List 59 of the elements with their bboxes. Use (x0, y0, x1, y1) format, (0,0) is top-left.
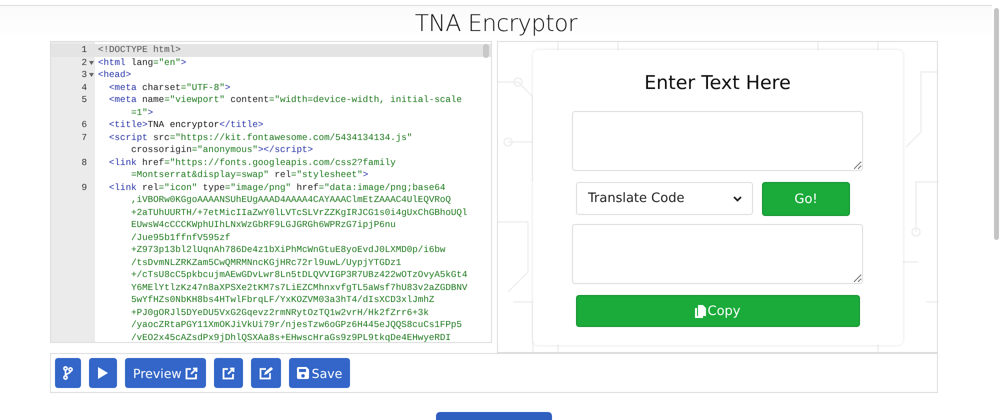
branch-icon (63, 366, 73, 380)
code-line: /yaocZRtaPGY11XmOKJiVkUi79r/njesTzw6oGPz6H445eJQQS8cuCs1FPp5 (130, 319, 462, 332)
form-heading: Enter Text Here (644, 72, 791, 94)
fork-button[interactable] (55, 358, 81, 388)
line-number: 5 (81, 94, 87, 106)
translate-dropdown[interactable]: Translate Code (576, 182, 753, 215)
edit-icon (258, 366, 273, 380)
scrollbar[interactable] (483, 44, 489, 58)
line-number: 3 (81, 69, 87, 82)
play-icon (97, 366, 109, 380)
code-line: +Z973p13bl2lUqnAh786De4z1bXiPhMcWnGtuE8yoEvdJ0LXMD0p/i6bw (130, 244, 446, 256)
external-link-icon (184, 366, 198, 380)
code-line: +/cTsU8cC5pkbcujmAEwGDvLwr8Ln5tDLQVVIGP3R7UBz422wOTzOvyA5kGt4 (130, 269, 468, 282)
code-line: <meta charset="UTF-8"> (108, 82, 230, 94)
code-editor[interactable] (50, 41, 492, 343)
code-line: <title>TNA encryptor</title> (108, 119, 264, 132)
code-line: /Jue95b1ffnfV595zf (130, 232, 230, 244)
code-line: Y6MElYtlzKz47n8aXPSXe2tKM7s7LiEZCMhnxvfgTL5aWsf7hU83v2aZGDBNV (130, 282, 468, 294)
line-number: 6 (81, 119, 87, 132)
preview-button[interactable]: Preview (125, 358, 206, 388)
input-field[interactable] (572, 111, 863, 171)
copy-icon (694, 304, 706, 318)
floppy-icon (296, 367, 309, 379)
code-line: <head> (97, 69, 132, 82)
code-line: <meta name="viewport" content="width=device-width, initial-scale (108, 94, 462, 106)
edit-button[interactable] (250, 358, 281, 388)
code-line: <script src="https://kit.fontawesome.com/5434134134.js" (108, 132, 412, 144)
external-link-icon (222, 366, 235, 380)
fold-arrow-icon[interactable] (89, 73, 94, 77)
code-line: <link rel="icon" type="image/png" href="data:image/png;base64 (108, 182, 446, 194)
save-button[interactable]: Save (288, 358, 350, 388)
line-number: 2 (81, 56, 87, 69)
run-button[interactable] (89, 358, 117, 388)
go-button[interactable]: Go! (762, 182, 850, 216)
line-number: 1 (81, 44, 87, 56)
code-line: <html lang="en"> (97, 56, 186, 69)
code-line: <link href="https://fonts.googleapis.com/css2?family (108, 156, 396, 169)
copy-button[interactable]: Copy (576, 295, 860, 327)
line-number: 7 (81, 132, 87, 144)
page-title: TNA Encryptor (414, 10, 578, 36)
code-line: /tsDvmNLZRKZam5CwQMRMNncKGjHRc72rl9uwL/UypjYTGDz1 (130, 256, 402, 269)
code-line: ,iVBORw0KGgoAAAANSUhEUgAAAD4AAAA4CAYAAAClmEtZAAAC4UlEQVRoQ (130, 194, 451, 206)
open-button[interactable] (214, 358, 243, 388)
code-line: <!DOCTYPE html> (97, 44, 181, 56)
line-number: 8 (81, 156, 87, 169)
line-number: 9 (81, 182, 87, 194)
page-scrollbar[interactable] (994, 8, 999, 240)
code-line: +2aTUhUURTH/+7etMicIIaZwY0lLVTcSLVrZZKgIRJCG1s0i4gUxChGBhoUQl (130, 206, 468, 219)
code-line: EUwsW4cCCCKWphUIhLNxWzGbRF9LGJGRGh6WPRzG7ipjP6nu (130, 219, 396, 232)
code-line: 5wYfHZs0NbKH8bs4HTwlFbrqLF/YxKOZVM03a3hT4/dIsXCD3xlJmhZ (130, 294, 434, 306)
line-number: 4 (81, 82, 87, 94)
code-line: /vEO2x45cAZsdPx9jDhlQSXAa8s+EHwscHraGs9z9PL9tkqDe4EHwyeRDI (130, 332, 451, 342)
code-line: crossorigin="anonymous"></script> (130, 144, 314, 156)
code-line: =Montserrat&display=swap" rel="stylesheet"> (130, 169, 368, 182)
code-line: =1"> (130, 106, 154, 119)
output-field[interactable] (572, 224, 863, 284)
code-line: +PJ0gORJl5DYeDU5VxG2Gqevz2rmNRytOzTQ1w2vrH/Hk2fZrr6+3k (130, 306, 429, 319)
fold-arrow-icon[interactable] (89, 60, 94, 64)
chevron-icon (733, 196, 742, 202)
